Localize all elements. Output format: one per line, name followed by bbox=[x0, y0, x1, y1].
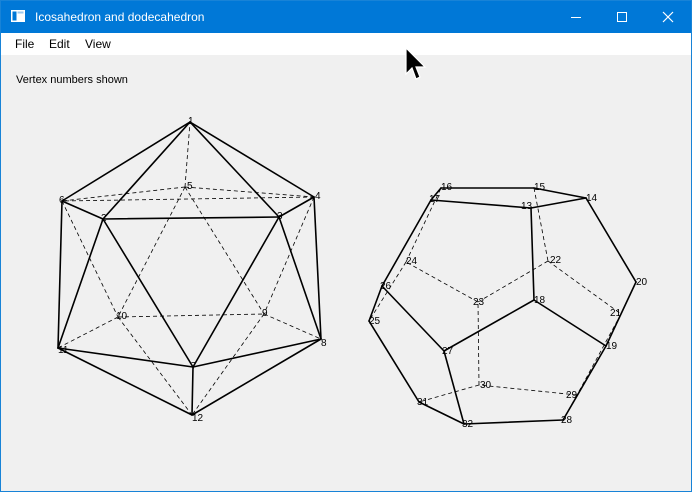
icosahedron-vertex-label: 8 bbox=[321, 338, 327, 349]
dodecahedron-vertex-label: 32 bbox=[462, 419, 474, 430]
dodecahedron-vertex-label: 22 bbox=[550, 255, 562, 266]
icosahedron-hidden-edge bbox=[263, 313, 322, 340]
icosahedron-vertex-label: 4 bbox=[315, 191, 321, 202]
icosahedron-visible-edge bbox=[61, 121, 191, 202]
icosahedron-visible-edge bbox=[278, 196, 315, 218]
dodecahedron-visible-edge bbox=[381, 285, 445, 352]
dodecahedron-vertex-label: 19 bbox=[606, 341, 618, 352]
dodecahedron-vertex-label: 28 bbox=[561, 415, 573, 426]
icosahedron-vertex-label: 2 bbox=[101, 213, 107, 224]
icosahedron-visible-edge bbox=[278, 216, 322, 340]
icosahedron-vertex-label: 6 bbox=[59, 195, 65, 206]
icosahedron-visible-edge bbox=[102, 218, 194, 368]
dodecahedron-visible-edge bbox=[562, 345, 607, 421]
dodecahedron-hidden-edge bbox=[405, 261, 479, 303]
dodecahedron-visible-edge bbox=[381, 199, 432, 287]
dodecahedron-vertex-label: 25 bbox=[369, 316, 381, 327]
icosahedron-visible-edge bbox=[192, 338, 322, 368]
icosahedron-vertex-label: 11 bbox=[58, 345, 69, 356]
dodecahedron-hidden-edge bbox=[477, 301, 480, 386]
dodecahedron-vertex-label: 27 bbox=[442, 346, 454, 357]
dodecahedron-visible-edge bbox=[430, 199, 532, 209]
icosahedron-visible-edge bbox=[191, 338, 322, 416]
dodecahedron-vertex-label: 21 bbox=[610, 308, 622, 319]
icosahedron-vertex-label: 1 bbox=[188, 116, 194, 127]
icosahedron-visible-edge bbox=[189, 121, 280, 218]
dodecahedron-visible-edge bbox=[585, 197, 637, 283]
icosahedron-vertex-label: 3 bbox=[277, 211, 283, 222]
dodecahedron-visible-edge bbox=[530, 197, 587, 209]
icosahedron-visible-edge bbox=[102, 216, 280, 220]
icosahedron-vertex-label: 12 bbox=[192, 413, 204, 424]
icosahedron-hidden-edge bbox=[184, 186, 315, 198]
dodecahedron-visible-edge bbox=[443, 299, 535, 352]
dodecahedron-vertex-label: 18 bbox=[534, 295, 546, 306]
icosahedron-hidden-edge bbox=[184, 121, 191, 188]
dodecahedron-hidden-edge bbox=[547, 260, 622, 315]
icosahedron-hidden-edge bbox=[117, 313, 265, 318]
dodecahedron-hidden-edge bbox=[533, 187, 549, 262]
icosahedron-hidden-edge bbox=[184, 186, 265, 315]
icosahedron-visible-edge bbox=[191, 366, 194, 416]
dodecahedron-visible-edge bbox=[368, 320, 420, 403]
icosahedron-vertex-label: 9 bbox=[262, 308, 268, 319]
dodecahedron-visible-edge bbox=[533, 299, 607, 347]
icosahedron-visible-edge bbox=[61, 200, 104, 220]
dodecahedron-hidden-edge bbox=[478, 384, 578, 396]
icosahedron-visible-edge bbox=[192, 216, 280, 368]
icosahedron-visible-edge bbox=[102, 121, 191, 220]
dodecahedron-vertex-label: 26 bbox=[380, 281, 392, 292]
dodecahedron-vertex-label: 14 bbox=[586, 193, 598, 204]
dodecahedron-vertex-label: 29 bbox=[566, 390, 578, 401]
dodecahedron-vertex-label: 16 bbox=[441, 182, 453, 193]
dodecahedron-vertex-label: 17 bbox=[429, 194, 441, 205]
icosahedron-visible-edge bbox=[189, 121, 315, 198]
icosahedron-vertex-label: 10 bbox=[116, 311, 128, 322]
dodecahedron-visible-edge bbox=[463, 419, 564, 425]
dodecahedron-vertex-label: 24 bbox=[406, 256, 418, 267]
mouse-cursor-icon bbox=[405, 47, 427, 80]
icosahedron-vertex-label: 5 bbox=[187, 181, 193, 192]
dodecahedron-vertex-label: 23 bbox=[473, 297, 485, 308]
app-window: Icosahedron and dodecahedron File Edit V… bbox=[0, 0, 692, 492]
dodecahedron-vertex-label: 30 bbox=[480, 380, 492, 391]
dodecahedron-visible-edge bbox=[443, 350, 465, 425]
icosahedron-visible-edge bbox=[313, 196, 322, 340]
dodecahedron-vertex-label: 31 bbox=[417, 397, 429, 408]
dodecahedron-vertex-label: 20 bbox=[636, 277, 648, 288]
icosahedron-hidden-edge bbox=[61, 196, 315, 202]
dodecahedron-visible-edge bbox=[530, 207, 535, 301]
icosahedron-visible-edge bbox=[57, 200, 63, 349]
dodecahedron-hidden-edge bbox=[576, 313, 622, 396]
dodecahedron-vertex-label: 13 bbox=[521, 201, 533, 212]
polyhedra-drawing: 12 34567891011121314151617181920212223242… bbox=[57, 116, 648, 430]
icosahedron-vertex-label: 7 bbox=[191, 361, 197, 372]
dodecahedron-vertex-label: 15 bbox=[534, 182, 546, 193]
